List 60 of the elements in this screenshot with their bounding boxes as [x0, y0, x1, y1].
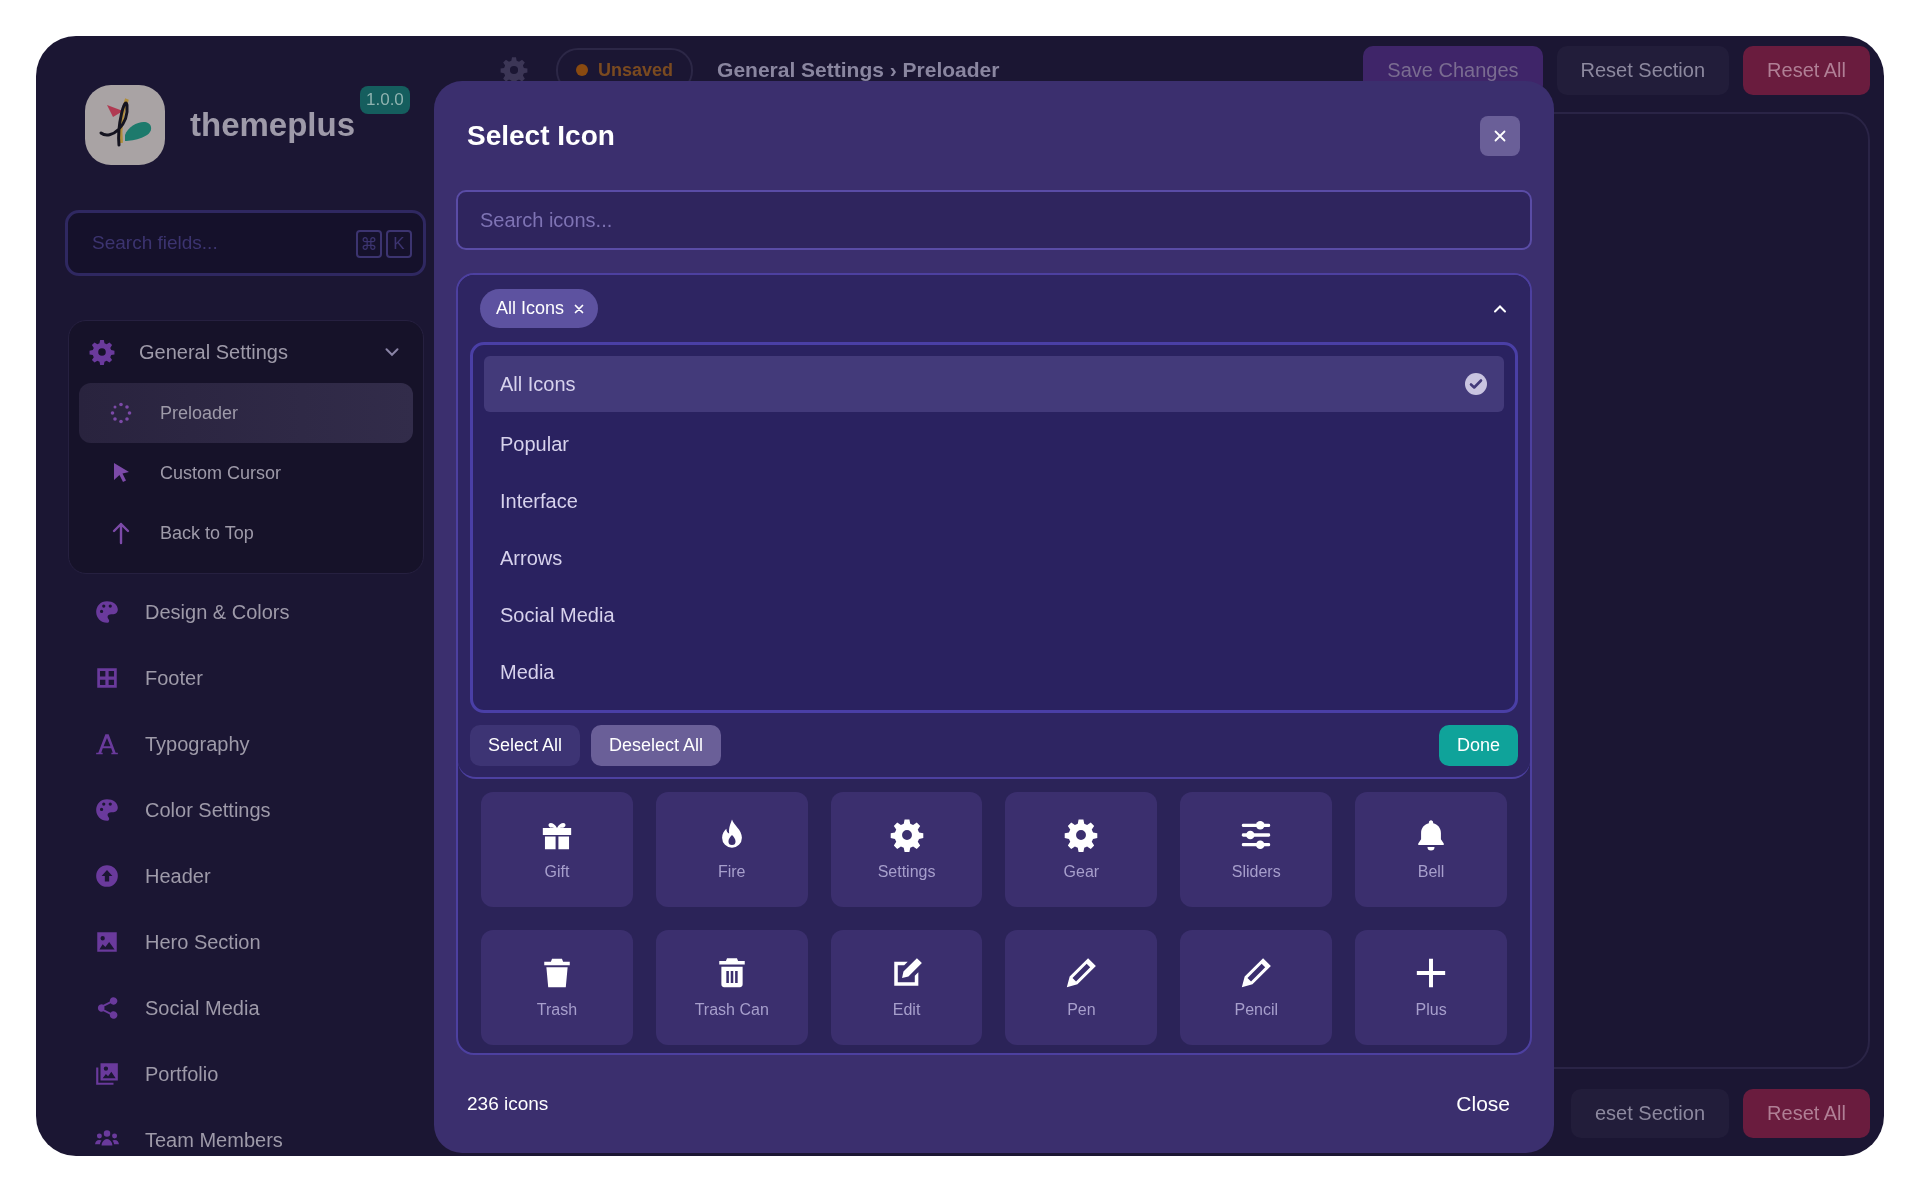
icon-tile[interactable]: Plus: [1355, 930, 1507, 1045]
nav-item[interactable]: Portfolio: [65, 1041, 426, 1107]
palette-icon: [94, 599, 120, 625]
icon-tile[interactable]: Pencil: [1180, 930, 1333, 1045]
icon-tile[interactable]: Edit: [830, 930, 983, 1045]
category-option[interactable]: Social Media: [484, 587, 1504, 644]
category-option[interactable]: Popular: [484, 416, 1504, 473]
nav-subitem[interactable]: Preloader: [79, 383, 413, 443]
nav-item[interactable]: Social Media: [65, 975, 426, 1041]
images-icon: [94, 1061, 120, 1087]
version-badge: 1.0.0: [360, 86, 410, 114]
footer-button[interactable]: eset Section: [1571, 1089, 1730, 1138]
icon-tile[interactable]: Fire: [655, 792, 808, 907]
close-button[interactable]: Close: [1446, 1084, 1520, 1124]
nav-item[interactable]: Design & Colors: [65, 579, 426, 645]
nav-subitem[interactable]: Back to Top: [79, 503, 413, 563]
nav-item[interactable]: Footer: [65, 645, 426, 711]
gear-icon: [1064, 818, 1099, 852]
check-icon: [1464, 372, 1488, 396]
icon-tile[interactable]: Settings: [830, 792, 983, 907]
action-button[interactable]: Select All: [470, 725, 581, 766]
palette-icon: [94, 797, 120, 823]
nav-subitem[interactable]: Custom Cursor: [79, 443, 413, 503]
close-button[interactable]: [1480, 115, 1520, 156]
app-name: themeplus: [190, 106, 356, 144]
category-option[interactable]: All Icons: [484, 356, 1504, 412]
icon-tile[interactable]: Sliders: [1180, 792, 1333, 907]
keyboard-key: K: [386, 230, 412, 258]
spinner-icon: [109, 401, 133, 425]
dialog-title: Select Icon: [467, 119, 615, 152]
filter-chip[interactable]: All Icons: [480, 289, 599, 328]
icon-tile[interactable]: Trash: [481, 930, 633, 1045]
footer-button[interactable]: Reset All: [1743, 1089, 1870, 1138]
breadcrumb: General Settings › Preloader: [717, 58, 1000, 82]
nav-item[interactable]: Hero Section: [65, 909, 426, 975]
icon-tile[interactable]: Gift: [481, 792, 633, 907]
action-button[interactable]: Deselect All: [591, 725, 722, 766]
nav-item[interactable]: Color Settings: [65, 777, 426, 843]
search-field[interactable]: Search icons...: [456, 190, 1532, 250]
keyboard-key: ⌘: [356, 230, 382, 258]
nav-item[interactable]: Header: [65, 843, 426, 909]
icon-tile[interactable]: Bell: [1355, 792, 1507, 907]
settings-icon: [889, 818, 924, 852]
nav-item[interactable]: Typography: [65, 711, 426, 777]
grid-icon: [94, 665, 120, 691]
upload-icon: [94, 863, 120, 889]
image-icon: [94, 929, 120, 955]
category-option[interactable]: Interface: [484, 473, 1504, 530]
icon-count: 236 icons: [467, 1093, 549, 1115]
gear-icon: [89, 339, 115, 365]
icon-tile[interactable]: Pen: [1005, 930, 1158, 1045]
toolbar-button[interactable]: Reset Section: [1556, 45, 1730, 95]
icon-tile[interactable]: Trash Can: [655, 930, 808, 1045]
category-option[interactable]: Media: [484, 644, 1504, 701]
category-option[interactable]: Arrows: [484, 530, 1504, 587]
toolbar-button[interactable]: Reset All: [1743, 45, 1870, 95]
nav-group-header[interactable]: General Settings: [79, 321, 413, 383]
icon-tile[interactable]: Gear: [1005, 792, 1158, 907]
nav-item[interactable]: Team Members: [65, 1107, 426, 1156]
letter-icon: [94, 731, 120, 757]
